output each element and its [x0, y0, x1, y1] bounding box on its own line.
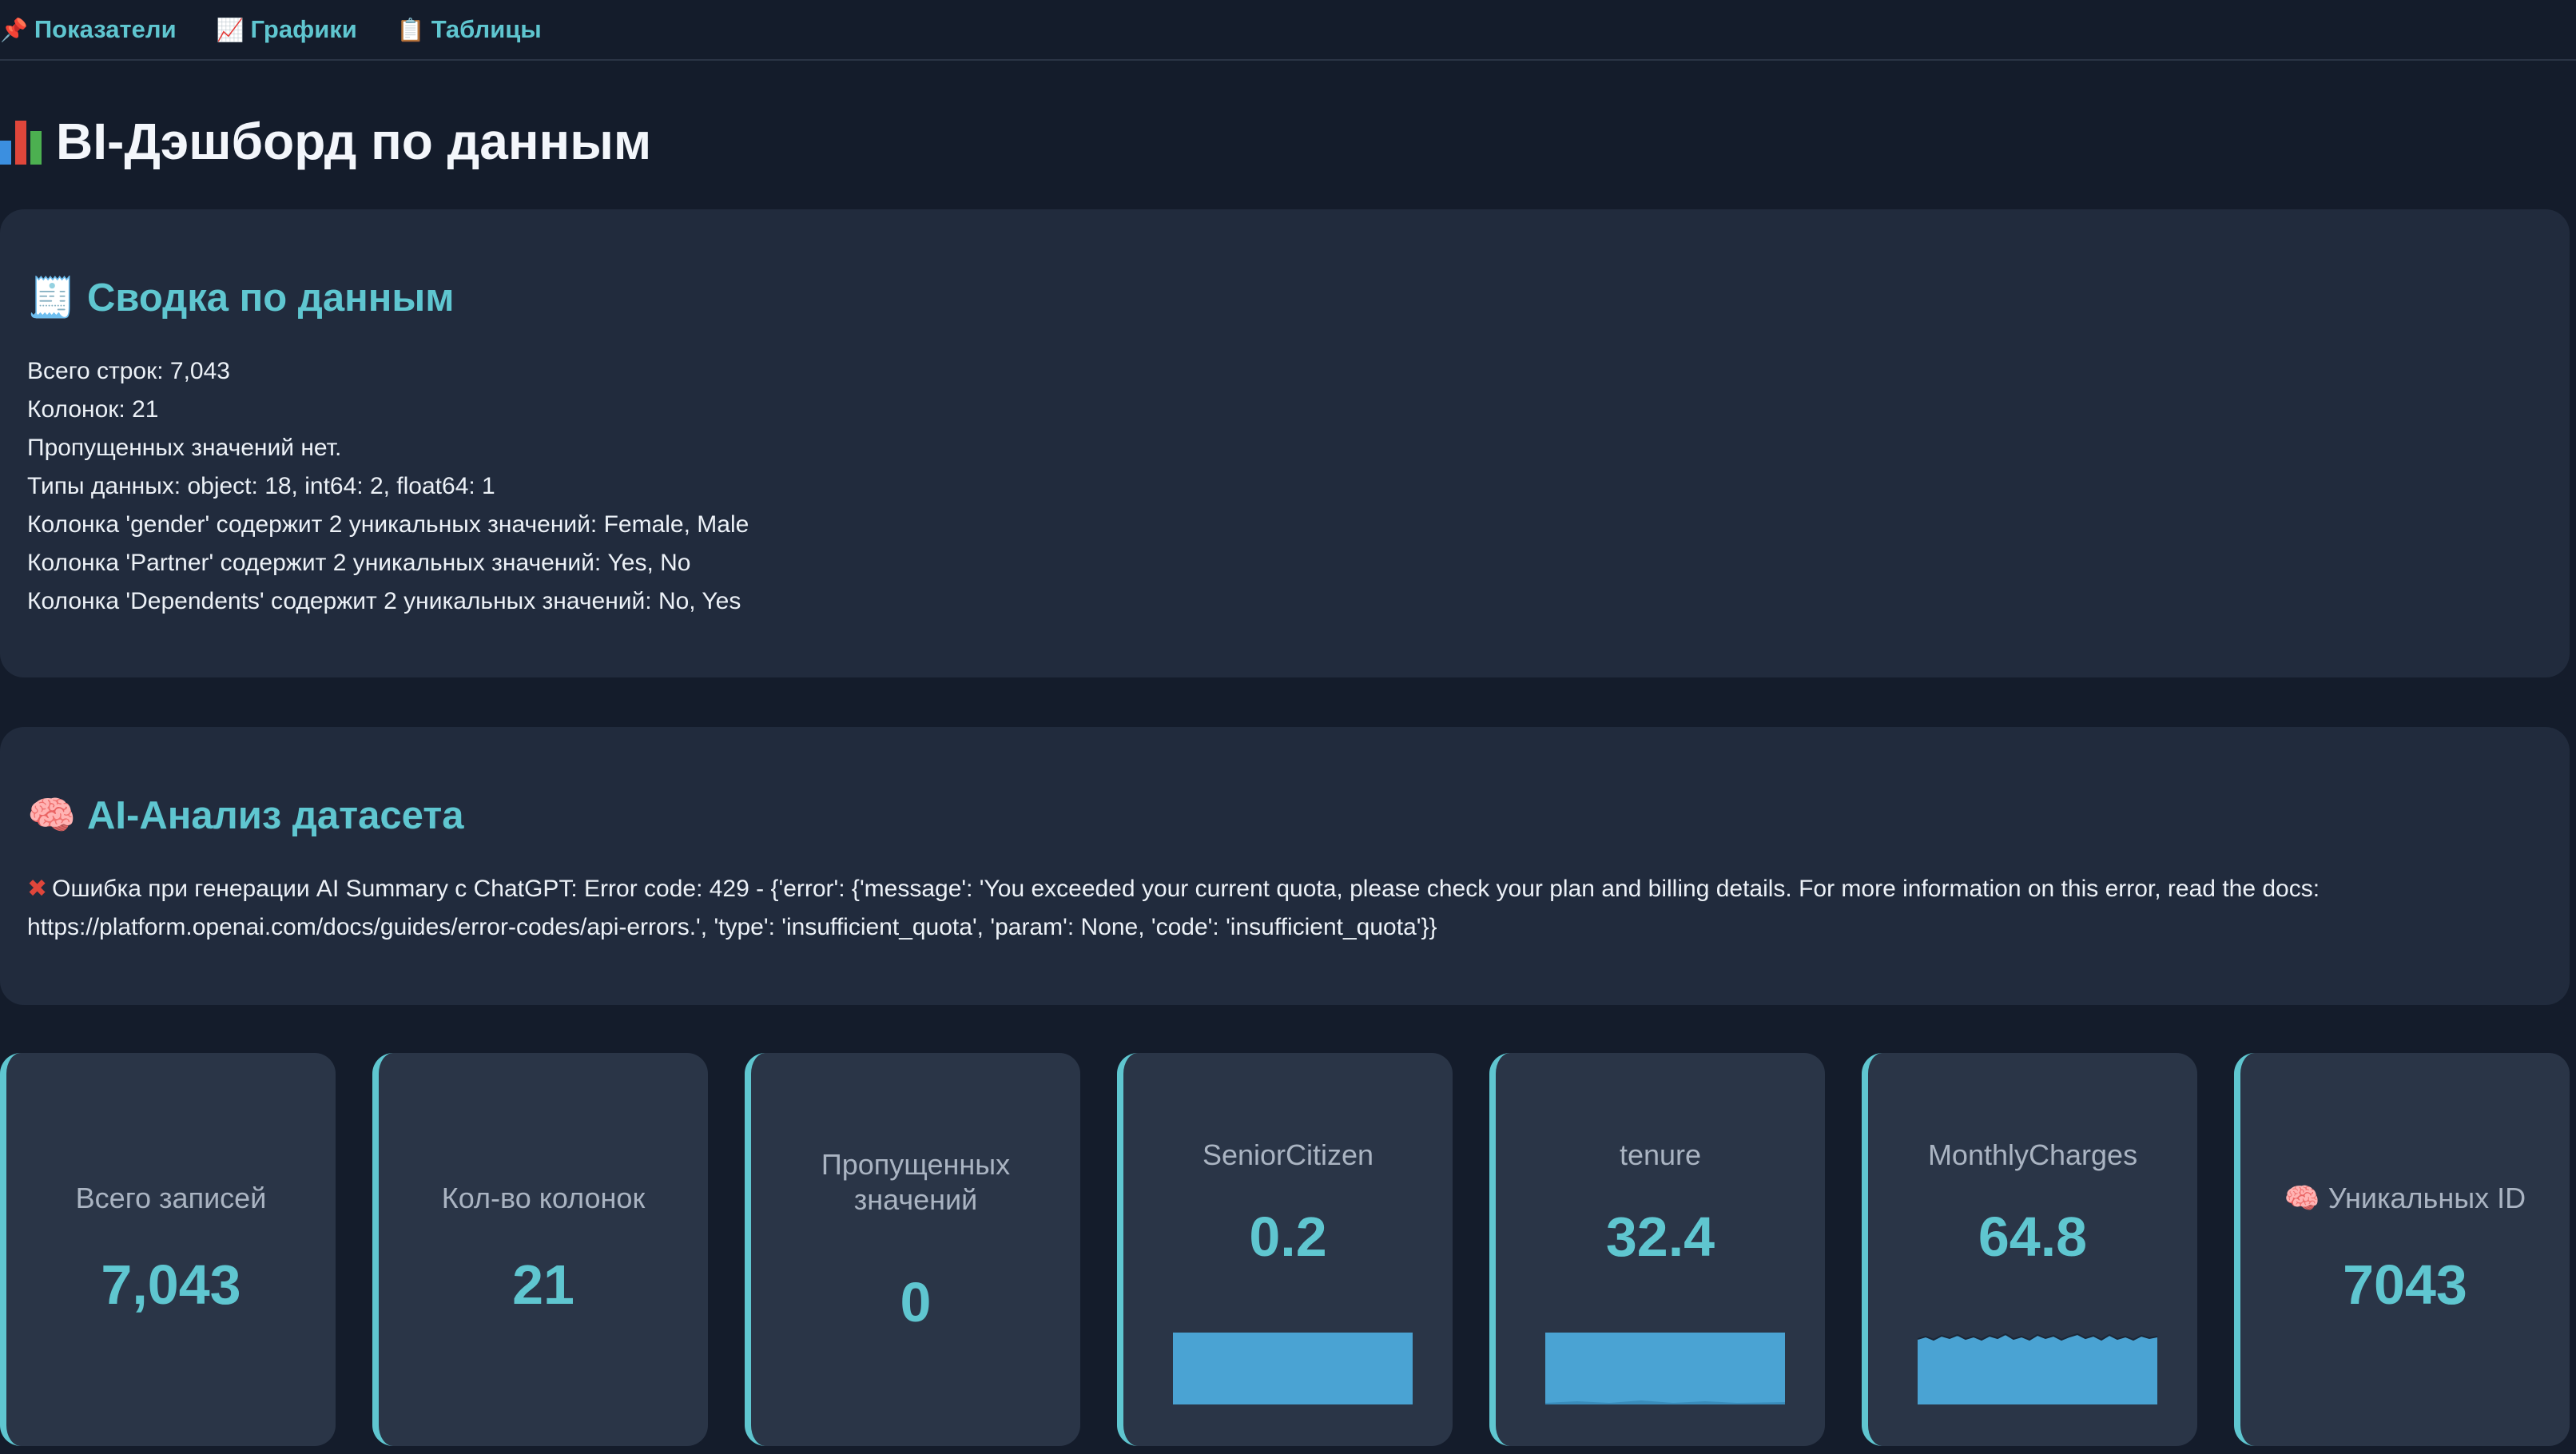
metric-value: 21: [512, 1253, 574, 1316]
metric-card-senior-citizen: SeniorCitizen 0.2: [1117, 1053, 1453, 1446]
clipboard-icon: 📋: [396, 17, 425, 42]
metric-label: Кол-во колонок: [441, 1182, 646, 1214]
chart-up-icon: 📈: [216, 17, 244, 42]
metric-cards: Всего записей 7,043 Кол-во колонок 21 Пр…: [0, 1053, 2576, 1454]
sparkline-fill: [1545, 1333, 1785, 1404]
summary-line: Колонка 'Dependents' содержит 2 уникальн…: [27, 588, 741, 614]
metric-card-total-records: Всего записей 7,043: [0, 1053, 336, 1446]
metric-value: 7,043: [101, 1253, 241, 1316]
metric-label: tenure: [1619, 1138, 1702, 1171]
metric-card-monthly-charges: MonthlyCharges 64.8: [1862, 1053, 2197, 1446]
nav-item-label: Таблицы: [431, 15, 542, 43]
nav-item-tables[interactable]: 📋 Таблицы: [397, 15, 542, 44]
nav-item-charts[interactable]: 📈 Графики: [217, 15, 357, 44]
bar-chart-icon: [0, 118, 42, 165]
ai-error-message: ✖ Ошибка при генерации AI Summary с ChatG…: [27, 870, 2544, 947]
summary-line: Колонок: 21: [27, 396, 159, 423]
metric-value: 7043: [2343, 1253, 2467, 1316]
summary-line: Колонка 'Partner' содержит 2 уникальных …: [27, 550, 691, 576]
ai-error-text: Ошибка при генерации AI Summary с ChatGP…: [27, 876, 2320, 940]
ai-heading: 🧠 AI-Анализ датасета: [27, 727, 2570, 838]
metric-label: SeniorCitizen: [1202, 1138, 1374, 1171]
metric-label: 🧠 Уникальных ID: [2240, 1181, 2570, 1216]
summary-heading-text: Сводка по данным: [87, 276, 455, 320]
sparkline-fill: [1918, 1334, 2157, 1404]
top-nav: 📌 Показатели 📈 Графики 📋 Таблицы: [0, 0, 2576, 61]
metric-card-unique-ids: 🧠 Уникальных ID 7043: [2234, 1053, 2570, 1446]
summary-line: Всего строк: 7,043: [27, 358, 230, 384]
summary-line: Типы данных: object: 18, int64: 2, float…: [27, 473, 495, 499]
nav-item-label: Показатели: [34, 15, 177, 43]
sparkline-senior-citizen: [1173, 1333, 1413, 1404]
error-cross-icon: ✖: [27, 876, 48, 902]
nav-item-label: Графики: [250, 15, 357, 43]
ai-heading-text: AI-Анализ датасета: [87, 793, 464, 837]
metric-label: Пропущенных значений: [821, 1148, 1011, 1216]
metric-card-column-count: Кол-во колонок 21: [372, 1053, 708, 1446]
page-title-text: BI-Дэшборд по данным: [56, 113, 652, 170]
receipt-icon: 🧾: [27, 276, 77, 320]
metric-value: 32.4: [1605, 1206, 1715, 1268]
summary-line: Пропущенных значений нет.: [27, 435, 342, 461]
brain-icon: 🧠: [27, 794, 77, 837]
brain-icon: 🧠: [2284, 1182, 2320, 1214]
nav-item-indicators[interactable]: 📌 Показатели: [0, 15, 177, 44]
metric-card-missing-values: Пропущенных значений 0: [745, 1053, 1080, 1446]
summary-lines: Всего строк: 7,043 Колонок: 21 Пропущенн…: [27, 352, 2570, 621]
metric-card-tenure: tenure 32.4: [1489, 1053, 1825, 1446]
metric-label: MonthlyCharges: [1927, 1138, 2138, 1171]
sparkline-monthly-charges: [1918, 1333, 2157, 1404]
metric-value: 0.2: [1249, 1206, 1327, 1268]
metric-label-text: Уникальных ID: [2328, 1182, 2526, 1214]
ai-analysis-card: 🧠 AI-Анализ датасета ✖ Ошибка при генерац…: [0, 727, 2570, 1005]
summary-heading: 🧾 Сводка по данным: [27, 209, 2570, 320]
metric-label: Всего записей: [75, 1182, 267, 1214]
sparkline-fill: [1173, 1333, 1413, 1404]
metric-value: 64.8: [1978, 1206, 2088, 1268]
pin-icon: 📌: [0, 17, 28, 42]
sparkline-tenure: [1545, 1333, 1785, 1404]
metric-value: 0: [900, 1271, 932, 1333]
summary-line: Колонка 'gender' содержит 2 уникальных з…: [27, 511, 749, 538]
data-summary-card: 🧾 Сводка по данным Всего строк: 7,043 Ко…: [0, 209, 2570, 677]
page-title: BI-Дэшборд по данным: [0, 112, 651, 171]
